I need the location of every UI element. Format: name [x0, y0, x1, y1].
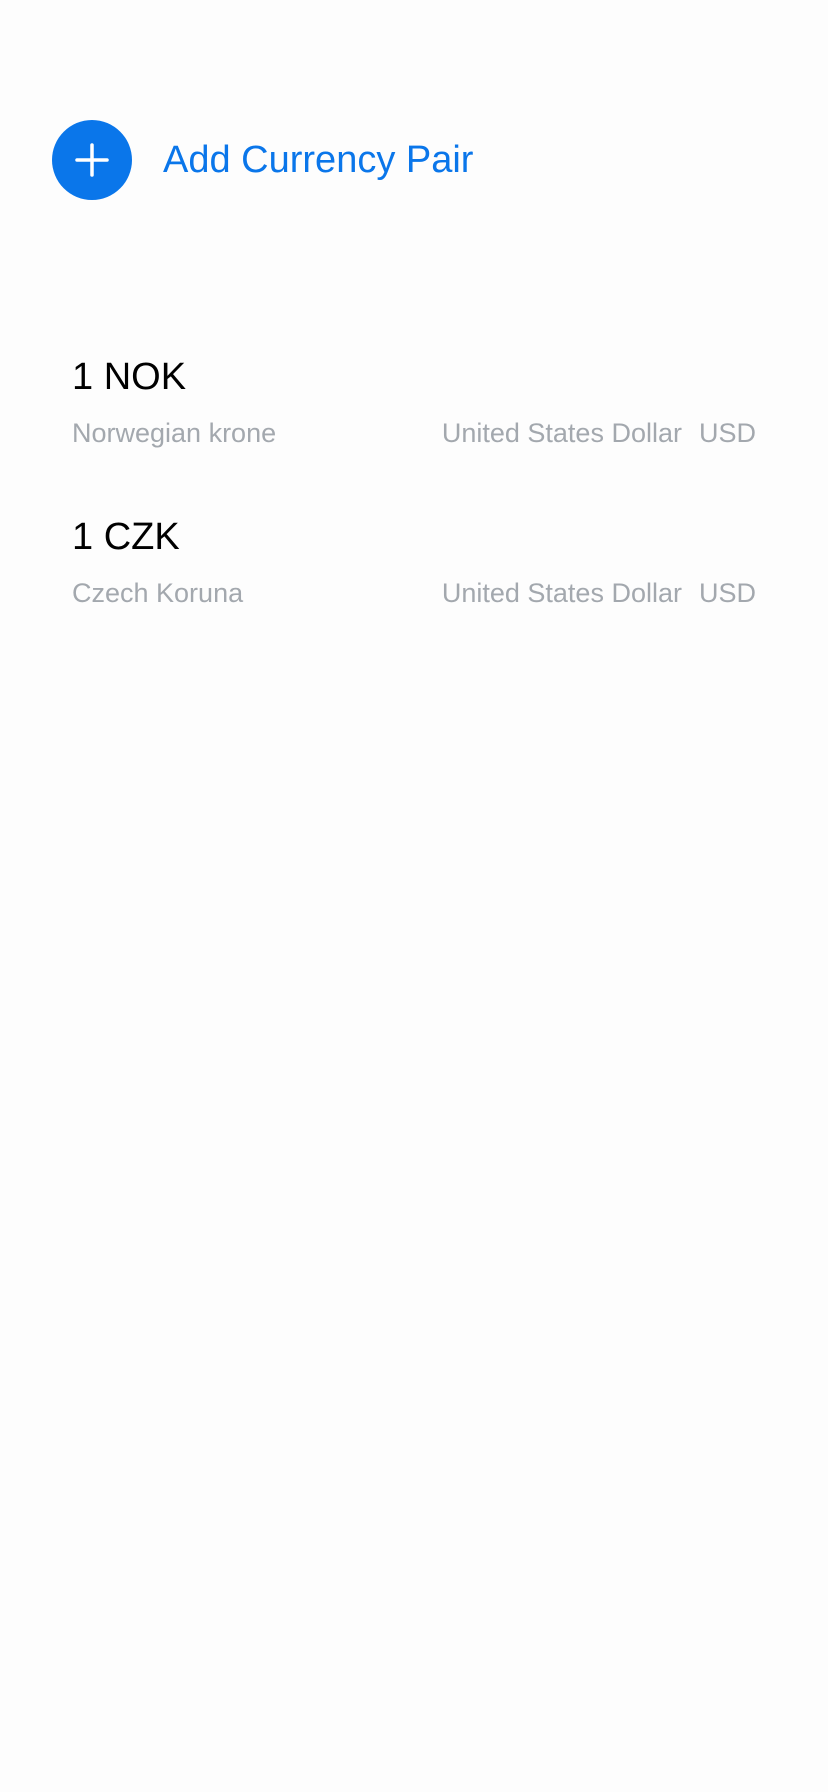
currency-pair-row[interactable]: 1 NOK Norwegian krone United States Doll…: [72, 346, 756, 506]
add-currency-pair-label[interactable]: Add Currency Pair: [163, 120, 473, 200]
pair-to-currency: United States Dollar USD: [442, 576, 756, 610]
pair-from-currency-name: Czech Koruna: [72, 578, 244, 608]
pair-to-currency-code: USD: [698, 578, 756, 608]
add-circle[interactable]: [52, 120, 132, 200]
plus-icon: [75, 143, 109, 177]
pair-to-currency: United States Dollar USD: [442, 416, 756, 450]
pair-amount: 1 NOK: [72, 356, 187, 398]
pair-to-currency-name: United States Dollar: [441, 578, 682, 608]
currency-pair-list: 1 NOK Norwegian krone United States Doll…: [72, 346, 756, 666]
pair-from-currency-name: Norwegian krone: [72, 418, 277, 448]
pair-to-currency-code: USD: [698, 418, 756, 448]
pair-to-currency-name: United States Dollar: [441, 418, 682, 448]
currency-pair-row[interactable]: 1 CZK Czech Koruna United States Dollar …: [72, 506, 756, 666]
pair-amount: 1 CZK: [72, 516, 180, 558]
add-currency-pair-button[interactable]: Add Currency Pair: [52, 120, 473, 200]
